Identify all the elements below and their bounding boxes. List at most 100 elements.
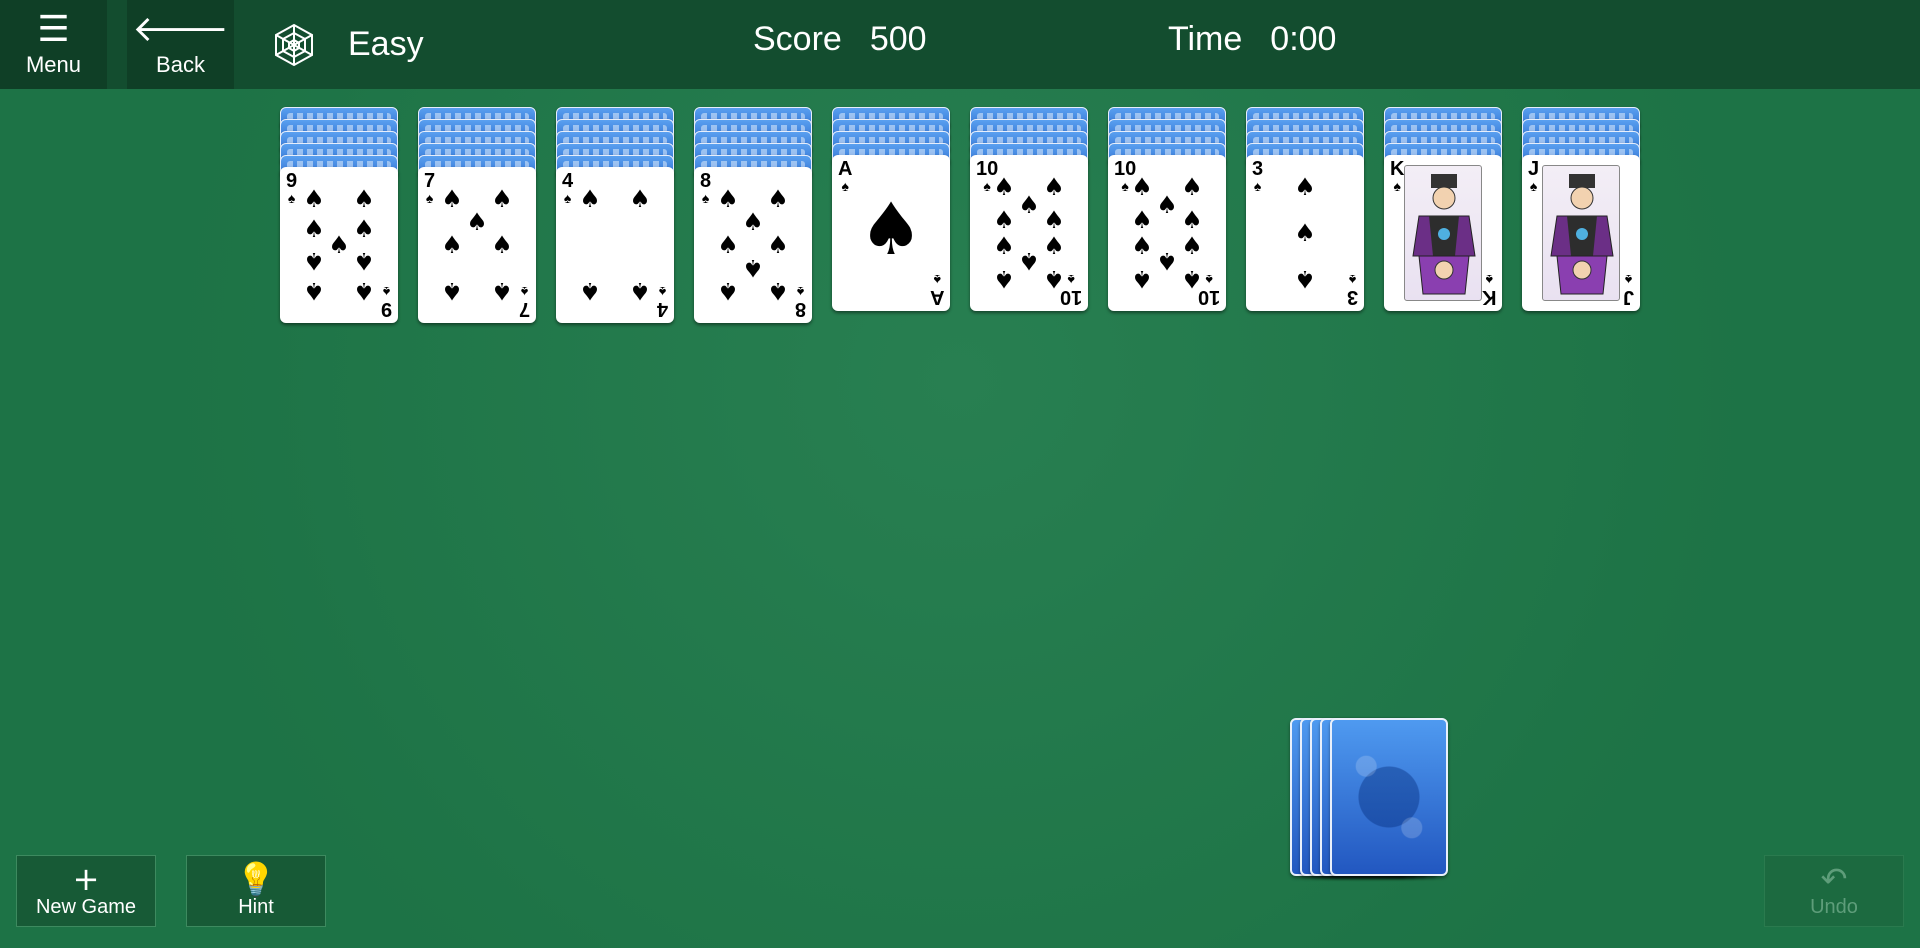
spade-icon: ♠ [767, 185, 789, 213]
face-up-card[interactable]: 7 ♠ 7 ♠ ♠ ♠ ♠ ♠ ♠ ♠ ♠ [418, 167, 536, 323]
undo-button[interactable]: ↶ Undo [1764, 855, 1904, 927]
card-corner-bottom: 9 ♠ [380, 284, 392, 320]
spade-icon: ♠ [1348, 272, 1357, 288]
spade-icon: ♠ [629, 185, 651, 213]
face-up-card[interactable]: 4 ♠ 4 ♠ ♠ ♠ ♠ ♠ [556, 167, 674, 323]
card-rank: 4 [656, 298, 668, 320]
spade-icon: ♠ [1624, 272, 1633, 288]
card-rank: 9 [286, 170, 298, 192]
spade-icon: ♠ [658, 284, 667, 300]
spade-icon: ♠ [993, 232, 1015, 260]
card-rank: 3 [1252, 158, 1264, 180]
face-up-card[interactable]: 10 ♠ 10 ♠ ♠ ♠ ♠ ♠ ♠ ♠ ♠ ♠ ♠ ♠ [1108, 155, 1226, 311]
jack-portrait [1542, 165, 1620, 301]
undo-icon: ↶ [1820, 859, 1848, 898]
new-game-button[interactable]: + New Game [16, 855, 156, 927]
spade-icon: ♠ [767, 231, 789, 259]
spider-web-icon [275, 23, 313, 66]
lightbulb-icon: 💡 [236, 859, 276, 898]
back-button[interactable]: 🡐 Back [127, 0, 234, 89]
undo-label: Undo [1810, 895, 1858, 918]
spade-icon: ♠ [353, 215, 375, 243]
spade-icon: ♠ [1131, 206, 1153, 234]
spade-icon: ♠ [1043, 265, 1065, 293]
spade-icon: ♠ [441, 185, 463, 213]
spade-icon: ♠ [1018, 191, 1040, 219]
spade-icon: ♠ [1131, 173, 1153, 201]
face-up-card[interactable]: 9 ♠ 9 ♠ ♠ ♠ ♠ ♠ ♠ ♠ ♠ ♠ ♠ [280, 167, 398, 323]
spade-icon: ♠ [425, 190, 434, 206]
card-pips: ♠ ♠ ♠ ♠ ♠ ♠ ♠ ♠ [716, 177, 790, 313]
spade-icon: ♠ [1043, 173, 1065, 201]
face-up-card[interactable]: 10 ♠ 10 ♠ ♠ ♠ ♠ ♠ ♠ ♠ ♠ ♠ ♠ ♠ [970, 155, 1088, 311]
spade-icon: ♠ [933, 272, 941, 288]
back-arrow-icon: 🡐 [132, 8, 229, 50]
card-rank: 8 [700, 170, 712, 192]
face-up-card[interactable]: K ♠ K ♠ [1384, 155, 1502, 311]
spade-icon: ♠ [993, 206, 1015, 234]
spade-icon: ♠ [353, 185, 375, 213]
spade-icon: ♠ [303, 215, 325, 243]
card-corner-top: K ♠ [1390, 159, 1404, 193]
card-pips: ♠ ♠ ♠ ♠ [578, 177, 652, 313]
face-up-card[interactable]: A ♠ A ♠ ♠ [832, 155, 950, 311]
spade-icon: ♠ [858, 187, 924, 271]
back-label: Back [156, 51, 205, 77]
spade-icon: ♠ [1181, 265, 1203, 293]
face-up-card[interactable]: 8 ♠ 8 ♠ ♠ ♠ ♠ ♠ ♠ ♠ ♠ ♠ [694, 167, 812, 323]
card-rank: 3 [1346, 286, 1358, 308]
card-corner-bottom: J ♠ [1623, 272, 1634, 308]
spade-icon: ♠ [441, 231, 463, 259]
spade-icon: ♠ [353, 277, 375, 305]
face-up-card[interactable]: J ♠ J ♠ [1522, 155, 1640, 311]
spade-icon: ♠ [629, 277, 651, 305]
spade-icon: ♠ [303, 247, 325, 275]
card-pips: ♠ ♠ ♠ ♠ ♠ ♠ ♠ [440, 177, 514, 313]
card-corner-top: 3 ♠ [1252, 159, 1263, 193]
card-pips: ♠ ♠ ♠ [1268, 165, 1342, 301]
spade-icon: ♠ [353, 247, 375, 275]
card-rank: J [1528, 158, 1540, 180]
card-corner-bottom: 7 ♠ [519, 284, 530, 320]
top-bar: ☰ Menu 🡐 Back Easy Score 500 Time 0:00 [0, 0, 1920, 89]
face-up-card[interactable]: 3 ♠ 3 ♠ ♠ ♠ ♠ [1246, 155, 1364, 311]
spade-icon: ♠ [767, 277, 789, 305]
card-pips: ♠ ♠ ♠ ♠ ♠ ♠ ♠ ♠ ♠ ♠ [992, 165, 1066, 301]
card-rank: 7 [424, 170, 436, 192]
spade-icon: ♠ [441, 277, 463, 305]
card-corner-bottom: K ♠ [1481, 272, 1496, 308]
hamburger-icon: ☰ [37, 8, 70, 50]
card-corner-top: A ♠ [838, 159, 852, 193]
spade-icon: ♠ [303, 277, 325, 305]
spade-icon: ♠ [466, 208, 488, 236]
menu-button[interactable]: ☰ Menu [0, 0, 107, 89]
spade-icon: ♠ [1253, 178, 1262, 194]
card-pips: ♠ ♠ ♠ ♠ ♠ ♠ ♠ ♠ ♠ [302, 177, 376, 313]
spade-icon: ♠ [287, 190, 296, 206]
hint-button[interactable]: 💡 Hint [186, 855, 326, 927]
spade-icon: ♠ [563, 190, 572, 206]
spade-icon: ♠ [1043, 232, 1065, 260]
card-rank: A [929, 286, 944, 308]
spade-icon: ♠ [1181, 173, 1203, 201]
card-rank: K [1481, 286, 1496, 308]
spade-icon: ♠ [1393, 178, 1401, 194]
plus-icon: + [72, 859, 100, 898]
spade-icon: ♠ [328, 231, 350, 259]
spade-icon: ♠ [1131, 232, 1153, 260]
spade-icon: ♠ [1018, 247, 1040, 275]
card-rank: 8 [794, 298, 806, 320]
spade-icon: ♠ [717, 185, 739, 213]
spade-icon: ♠ [491, 185, 513, 213]
score-display: Score 500 [753, 20, 955, 59]
spade-icon: ♠ [1294, 265, 1316, 293]
spade-icon: ♠ [382, 284, 391, 300]
spade-icon: ♠ [579, 277, 601, 305]
card-rank: 9 [380, 298, 392, 320]
card-corner-bottom: 3 ♠ [1346, 272, 1358, 308]
spade-icon: ♠ [579, 185, 601, 213]
spade-icon: ♠ [1181, 232, 1203, 260]
spade-icon: ♠ [717, 231, 739, 259]
spade-icon: ♠ [520, 284, 529, 300]
spade-icon: ♠ [1156, 247, 1178, 275]
